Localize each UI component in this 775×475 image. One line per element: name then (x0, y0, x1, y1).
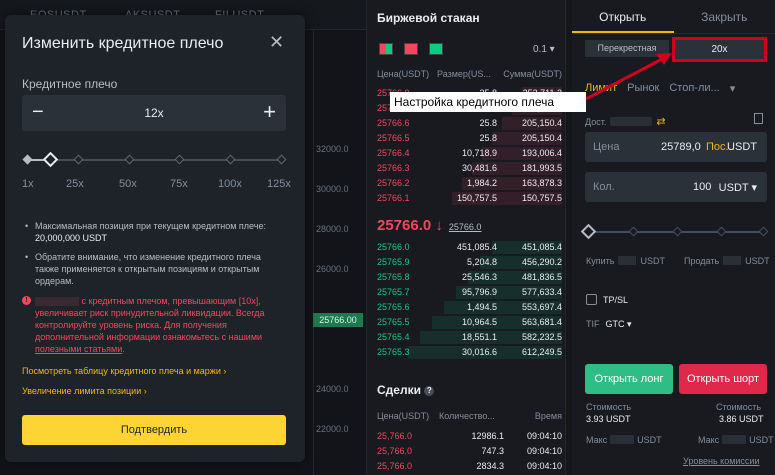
slider-knob[interactable] (43, 151, 59, 168)
leverage-stepper: − 12x + (22, 95, 286, 131)
annotation-arrow-head (656, 53, 672, 65)
tick-label: 25x (66, 178, 84, 190)
leverage-modal: Изменить кредитное плечо ✕ Кредитное пле… (5, 15, 305, 462)
slider-step[interactable] (22, 154, 33, 165)
slider-step[interactable] (174, 154, 185, 165)
tick-label: 75x (170, 178, 188, 190)
annotation-arrow-line (585, 56, 665, 101)
annotation-callout: Настройка кредитного плеча (390, 92, 586, 112)
modal-title: Изменить кредитное плечо (22, 35, 224, 52)
confirm-button[interactable]: Подтвердить (22, 415, 286, 445)
leverage-slider[interactable] (22, 151, 287, 168)
max-position-note: Максимальная позиция при текущем кредитн… (22, 220, 287, 244)
slider-step[interactable] (276, 154, 287, 165)
helpful-articles-link[interactable]: полезными статьями (35, 344, 122, 354)
slider-step[interactable] (225, 154, 236, 165)
slider-step[interactable] (124, 154, 135, 165)
leverage-value[interactable]: 12x (22, 106, 286, 120)
max-position-value: 20,000,000 USDT (35, 233, 108, 243)
tick-label: 1x (22, 178, 34, 190)
leverage-note: Обратите внимание, что изменение кредитн… (22, 251, 287, 287)
increase-button[interactable]: + (263, 101, 276, 123)
tick-label: 50x (119, 178, 137, 190)
position-limit-link[interactable]: Увеличение лимита позиции › (22, 386, 147, 396)
leverage-table-link[interactable]: Посмотреть таблицу кредитного плеча и ма… (22, 366, 226, 376)
warning-icon: ! (22, 296, 31, 305)
tick-label: 100x (218, 178, 242, 190)
slider-step[interactable] (73, 154, 84, 165)
tick-label: 125x (267, 178, 291, 190)
close-icon[interactable]: ✕ (269, 33, 284, 51)
risk-warning: ! с кредитным плечом, превышающим [10x],… (22, 295, 290, 355)
leverage-label: Кредитное плечо (22, 77, 118, 91)
hidden-text (35, 297, 79, 307)
